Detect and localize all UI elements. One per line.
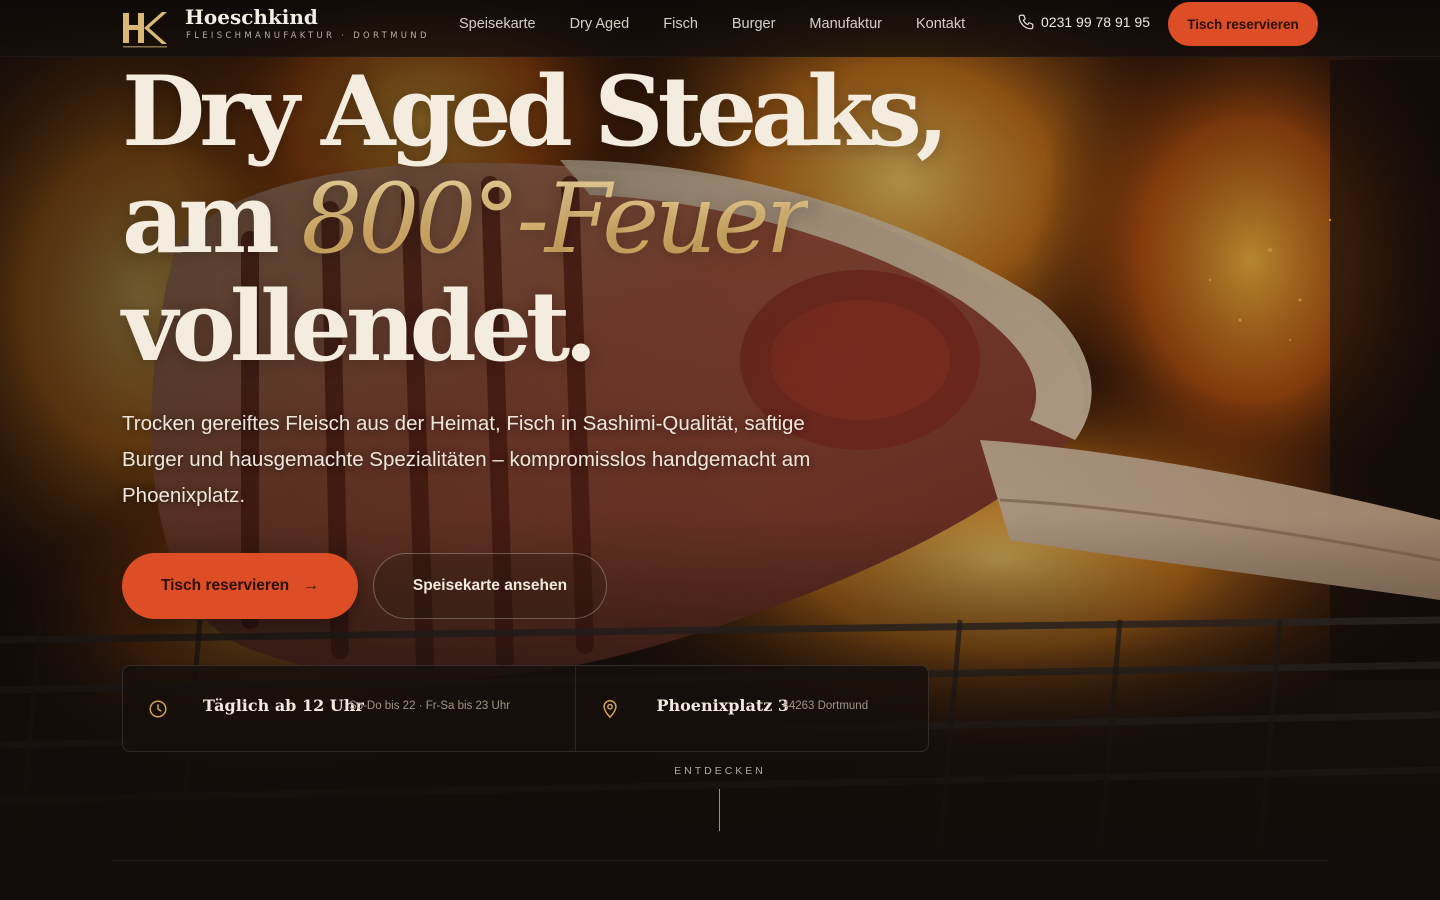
view-menu-button[interactable]: Speisekarte ansehen <box>373 553 607 619</box>
headline-line-2: am 800°-Feuer <box>122 165 943 273</box>
logo-mark[interactable] <box>122 6 170 50</box>
main-nav: Speisekarte Dry Aged Fisch Burger Manufa… <box>459 0 999 48</box>
address-title: Phoenixplatz 3 <box>656 696 790 715</box>
hours-title: Täglich ab 12 Uhr <box>203 696 364 715</box>
brand-name[interactable]: Hoeschkind <box>185 5 318 29</box>
nav-link-fisch[interactable]: Fisch <box>663 16 698 32</box>
nav-reserve-button[interactable]: Tisch reservieren <box>1168 2 1318 46</box>
scroll-hint-line <box>719 789 720 831</box>
top-navbar: Hoeschkind FLEISCHMANUFAKTUR · DORTMUND … <box>0 0 1440 57</box>
hours-detail: So-Do bis 22 · Fr-Sa bis 23 Uhr <box>349 700 511 712</box>
hero-headline: Dry Aged Steaks, am 800°-Feuer vollendet… <box>122 55 949 383</box>
brand-tagline: FLEISCHMANUFAKTUR · DORTMUND <box>186 31 430 41</box>
hero-subtext: Trocken gereiftes Fleisch aus der Heimat… <box>122 412 811 507</box>
nav-link-burger[interactable]: Burger <box>732 16 776 32</box>
nav-link-manufaktur[interactable]: Manufaktur <box>809 16 882 32</box>
headline-line-1: Dry Aged Steaks, <box>122 55 949 168</box>
arrow-right-icon: → <box>303 577 320 594</box>
scroll-hint-label[interactable]: ENTDECKEN <box>620 765 820 777</box>
section-divider-band <box>0 860 1440 900</box>
headline-accent: 800°-Feuer <box>301 163 811 275</box>
reserve-table-button[interactable]: Tisch reservieren → <box>122 553 358 619</box>
nav-link-speisekarte[interactable]: Speisekarte <box>459 16 536 32</box>
map-pin-icon <box>603 700 618 719</box>
section-divider-line <box>112 860 1328 861</box>
phone-number[interactable]: 0231 99 78 91 95 <box>1041 14 1150 30</box>
headline-line-2-start: am <box>122 162 302 275</box>
info-card: Täglich ab 12 Uhr So-Do bis 22 · Fr-Sa b… <box>122 665 929 752</box>
address[interactable]: Phoenixplatz 3 44263 Dortmund <box>575 666 928 751</box>
nav-link-kontakt[interactable]: Kontakt <box>916 16 965 32</box>
reserve-table-label: Tisch reservieren <box>160 577 290 594</box>
nav-link-dry-aged[interactable]: Dry Aged <box>570 16 630 32</box>
view-menu-label: Speisekarte ansehen <box>412 577 568 594</box>
phone-icon <box>1018 14 1034 30</box>
opening-hours: Täglich ab 12 Uhr So-Do bis 22 · Fr-Sa b… <box>123 666 575 751</box>
phone-link[interactable]: 0231 99 78 91 95 <box>1017 13 1150 31</box>
clock-icon <box>149 700 167 718</box>
headline-line-3: vollendet. <box>122 270 598 383</box>
address-detail: 44263 Dortmund <box>782 700 869 712</box>
